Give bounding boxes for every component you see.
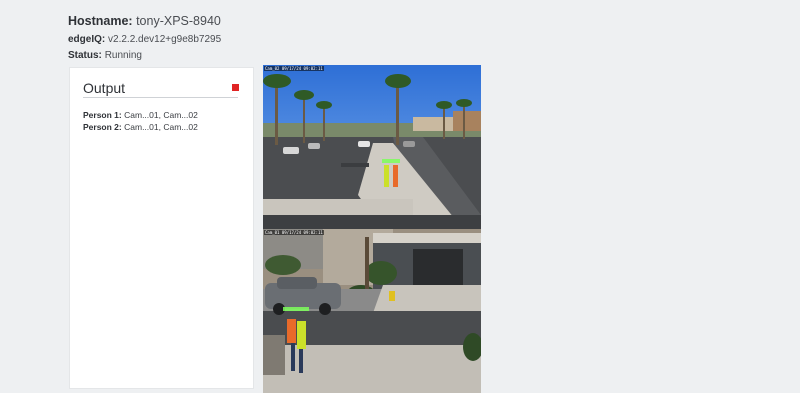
hostname-line: Hostname: tony-XPS-8940 (68, 14, 221, 28)
video-timestamp: Cam_01 09/17/24 09:02:11 (264, 230, 324, 235)
list-item: Person 1: Cam...01, Cam...02 (83, 109, 198, 121)
camera-feed-top: Cam_02 09/17/24 09:02:11 (263, 65, 481, 229)
version-value: v2.2.2.dev12+g9e8b7295 (108, 34, 222, 45)
version-line: edgeIQ: v2.2.2.dev12+g9e8b7295 (68, 34, 221, 45)
version-label: edgeIQ: (68, 34, 106, 45)
output-header: Output (83, 80, 239, 98)
sidewalk-scene-image (263, 229, 481, 393)
list-item: Person 2: Cam...01, Cam...02 (83, 121, 198, 133)
street-scene-image (263, 65, 481, 229)
output-list: Person 1: Cam...01, Cam...02 Person 2: C… (83, 109, 198, 133)
stop-icon[interactable] (232, 84, 239, 91)
person-label: Person 2: (83, 122, 122, 132)
output-panel: Output Person 1: Cam...01, Cam...02 Pers… (69, 67, 254, 389)
output-title: Output (83, 80, 126, 96)
camera-feed-bottom: Cam_01 09/17/24 09:02:11 (263, 229, 481, 393)
status-label: Status: (68, 50, 102, 61)
video-timestamp: Cam_02 09/17/24 09:02:11 (264, 66, 324, 71)
status-value: Running (104, 50, 142, 61)
person-cameras: Cam...01, Cam...02 (124, 122, 198, 132)
status-line: Status: Running (68, 50, 142, 61)
hostname-value: tony-XPS-8940 (136, 14, 221, 28)
person-cameras: Cam...01, Cam...02 (124, 110, 198, 120)
person-label: Person 1: (83, 110, 122, 120)
hostname-label: Hostname: (68, 14, 133, 28)
